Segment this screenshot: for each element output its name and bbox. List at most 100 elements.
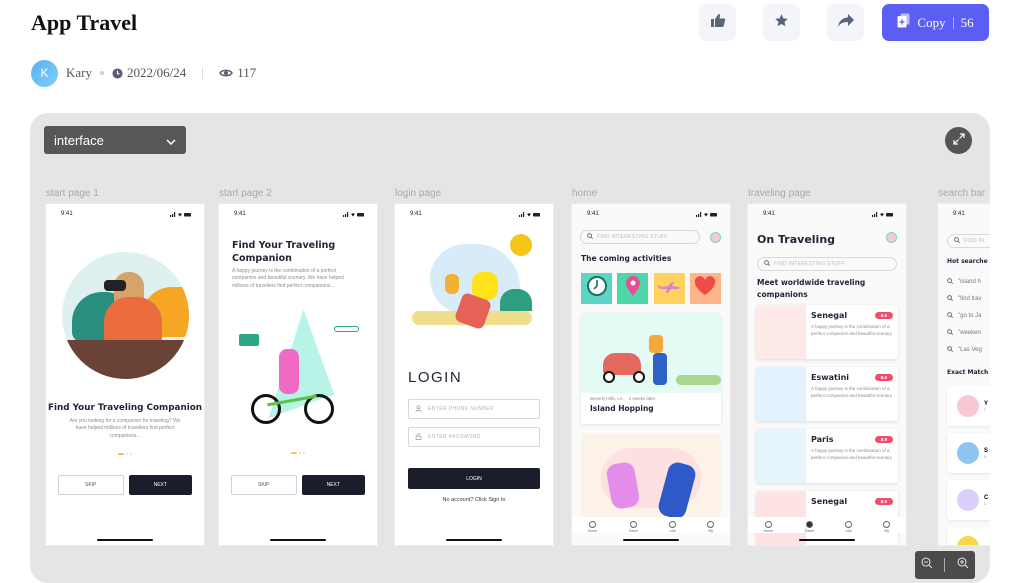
tab-travel[interactable]: Travel xyxy=(804,521,814,533)
tab-label: My xyxy=(884,529,890,533)
tab-travel[interactable]: Travel xyxy=(628,521,638,533)
phone-placeholder: ENTER PHONE NUNBER xyxy=(428,406,494,412)
artboard-home[interactable]: home 9:41 FIND INTERESTING STUFF The com… xyxy=(572,188,730,545)
hot-search-item[interactable]: "find trav xyxy=(947,290,982,307)
artboard-traveling-page[interactable]: traveling page 9:41 On Traveling FIND IN… xyxy=(748,188,906,545)
publish-date: 2022/06/24 xyxy=(127,65,187,80)
zoom-controls xyxy=(915,551,975,579)
search-icon xyxy=(954,237,960,245)
tab-home[interactable]: Home xyxy=(764,521,773,533)
phone-number-input[interactable]: ENTER PHONE NUNBER xyxy=(408,399,540,419)
match-item[interactable]: SD xyxy=(947,433,990,473)
clock-icon xyxy=(586,275,608,302)
home-icon xyxy=(588,521,596,528)
status-time: 9:41 xyxy=(953,211,965,217)
star-icon xyxy=(774,13,789,33)
match-item[interactable]: CL xyxy=(947,480,990,520)
login-button[interactable]: LOGIN xyxy=(408,468,540,489)
companion-card[interactable]: Senegal 8.9 A happy journey is the combina… xyxy=(756,305,898,359)
tab-like[interactable]: Like xyxy=(845,521,853,533)
profile-avatar[interactable] xyxy=(710,232,721,243)
status-time: 9:41 xyxy=(587,211,599,217)
heart-icon xyxy=(669,521,677,528)
search-icon xyxy=(947,294,953,303)
match-item[interactable]: Y I' xyxy=(947,386,990,426)
destination-image xyxy=(756,367,806,421)
activity-card-illustration[interactable] xyxy=(581,433,721,523)
category-favorite[interactable] xyxy=(689,273,721,304)
favorite-button[interactable] xyxy=(763,4,800,41)
page-group-dropdown[interactable]: interface xyxy=(44,126,186,154)
tab-my[interactable]: My xyxy=(883,521,891,533)
match-item[interactable] xyxy=(947,527,990,545)
like-button[interactable] xyxy=(699,4,736,41)
share-button[interactable] xyxy=(827,4,864,41)
zoom-in-button[interactable] xyxy=(957,556,969,574)
next-button[interactable]: NEXT xyxy=(301,475,365,495)
bottom-tab-bar: Home Travel Like My xyxy=(748,517,906,533)
zoom-out-button[interactable] xyxy=(921,556,933,574)
header-actions: Copy 56 xyxy=(699,4,989,41)
preview-canvas[interactable]: interface start page 1 9:41 Find Your Tr… xyxy=(30,113,990,583)
status-time: 9:41 xyxy=(234,211,246,217)
hot-search-item[interactable]: "go to Ja xyxy=(947,307,982,324)
tab-label: Travel xyxy=(628,529,638,533)
skip-button[interactable]: SKIP xyxy=(58,475,124,495)
tab-like[interactable]: Like xyxy=(669,521,677,533)
hot-search-item[interactable]: "weeken xyxy=(947,324,982,341)
category-clock[interactable] xyxy=(581,273,612,304)
status-time: 9:41 xyxy=(410,211,422,217)
category-row xyxy=(581,273,721,304)
page-title: App Travel xyxy=(31,10,138,35)
illustration-cyclist xyxy=(237,309,359,439)
artboard-start-page-1[interactable]: start page 1 9:41 Find Your Traveling Co… xyxy=(46,188,204,545)
copy-button[interactable]: Copy 56 xyxy=(882,4,989,41)
artboard-login-page[interactable]: login page 9:41 LOGIN ENTER PHONE NUNBER… xyxy=(395,188,553,545)
tab-label: Like xyxy=(845,529,852,533)
tab-home[interactable]: Home xyxy=(588,521,597,533)
match-avatar xyxy=(957,536,979,545)
hot-search-text: "go to Ja xyxy=(958,312,982,319)
category-location[interactable] xyxy=(617,273,649,304)
hot-search-item[interactable]: "Las Veg xyxy=(947,341,982,358)
status-bar: 9:41 xyxy=(748,204,906,218)
tab-label: Like xyxy=(669,529,676,533)
view-count: 117 xyxy=(237,65,257,80)
artboard-label: home xyxy=(572,188,598,199)
next-button[interactable]: NEXT xyxy=(128,475,192,495)
password-input[interactable]: ENTER PASSWORD xyxy=(408,427,540,447)
artboard-label: search bar xyxy=(938,188,986,199)
hot-search-text: "find trav xyxy=(958,295,982,302)
onboarding-heading: Find Your Traveling Companion xyxy=(232,240,336,264)
fullscreen-button[interactable] xyxy=(945,127,972,154)
profile-avatar[interactable] xyxy=(886,232,897,243)
skip-button[interactable]: SKIP xyxy=(231,475,297,495)
artboard-start-page-2[interactable]: start page 2 9:41 Find Your Traveling Co… xyxy=(219,188,377,545)
rating-badge: 8.9 xyxy=(874,374,893,381)
search-input[interactable]: FIND INTERESTING STUFF xyxy=(757,257,897,271)
category-flight[interactable] xyxy=(653,273,685,304)
hot-search-item[interactable]: "island h xyxy=(947,273,982,290)
sign-in-link[interactable]: No account? Click Sign In xyxy=(395,497,553,503)
avatar[interactable]: K xyxy=(31,59,58,87)
tab-my[interactable]: My xyxy=(707,521,715,533)
signal-wifi-battery-icon xyxy=(519,211,541,217)
search-input[interactable]: FIND INTERESTING STUFF xyxy=(580,230,700,244)
hot-search-list: "island h "find trav "go to Ja "weeken "Las … xyxy=(947,273,982,358)
activity-card[interactable]: Beverly Hills, LA 2 weeks later Island H… xyxy=(581,313,721,424)
home-indicator xyxy=(446,539,502,541)
destination-description: A happy journey is the combination of a … xyxy=(811,448,893,460)
companion-card[interactable]: Paris 8.9 A happy journey is the combinati… xyxy=(756,429,898,483)
match-subtitle: L xyxy=(984,500,987,506)
location-pin-icon xyxy=(625,275,641,302)
destination-image xyxy=(756,429,806,483)
phone-screen: 9:41 On Traveling FIND INTERESTING STUFF… xyxy=(748,204,906,545)
artboard-search-bar[interactable]: search bar 9:41 FIND IN Hot searche "isl… xyxy=(938,188,990,545)
compass-icon xyxy=(629,521,637,528)
destination-name: Eswatini xyxy=(811,373,850,382)
search-input[interactable]: FIND IN xyxy=(947,234,990,248)
author-name[interactable]: Kary xyxy=(66,65,92,81)
avatar-initial: K xyxy=(40,66,49,80)
exact-match-title: Exact Match xyxy=(947,369,989,376)
companion-card[interactable]: Eswatini 8.9 A happy journey is the combin… xyxy=(756,367,898,421)
